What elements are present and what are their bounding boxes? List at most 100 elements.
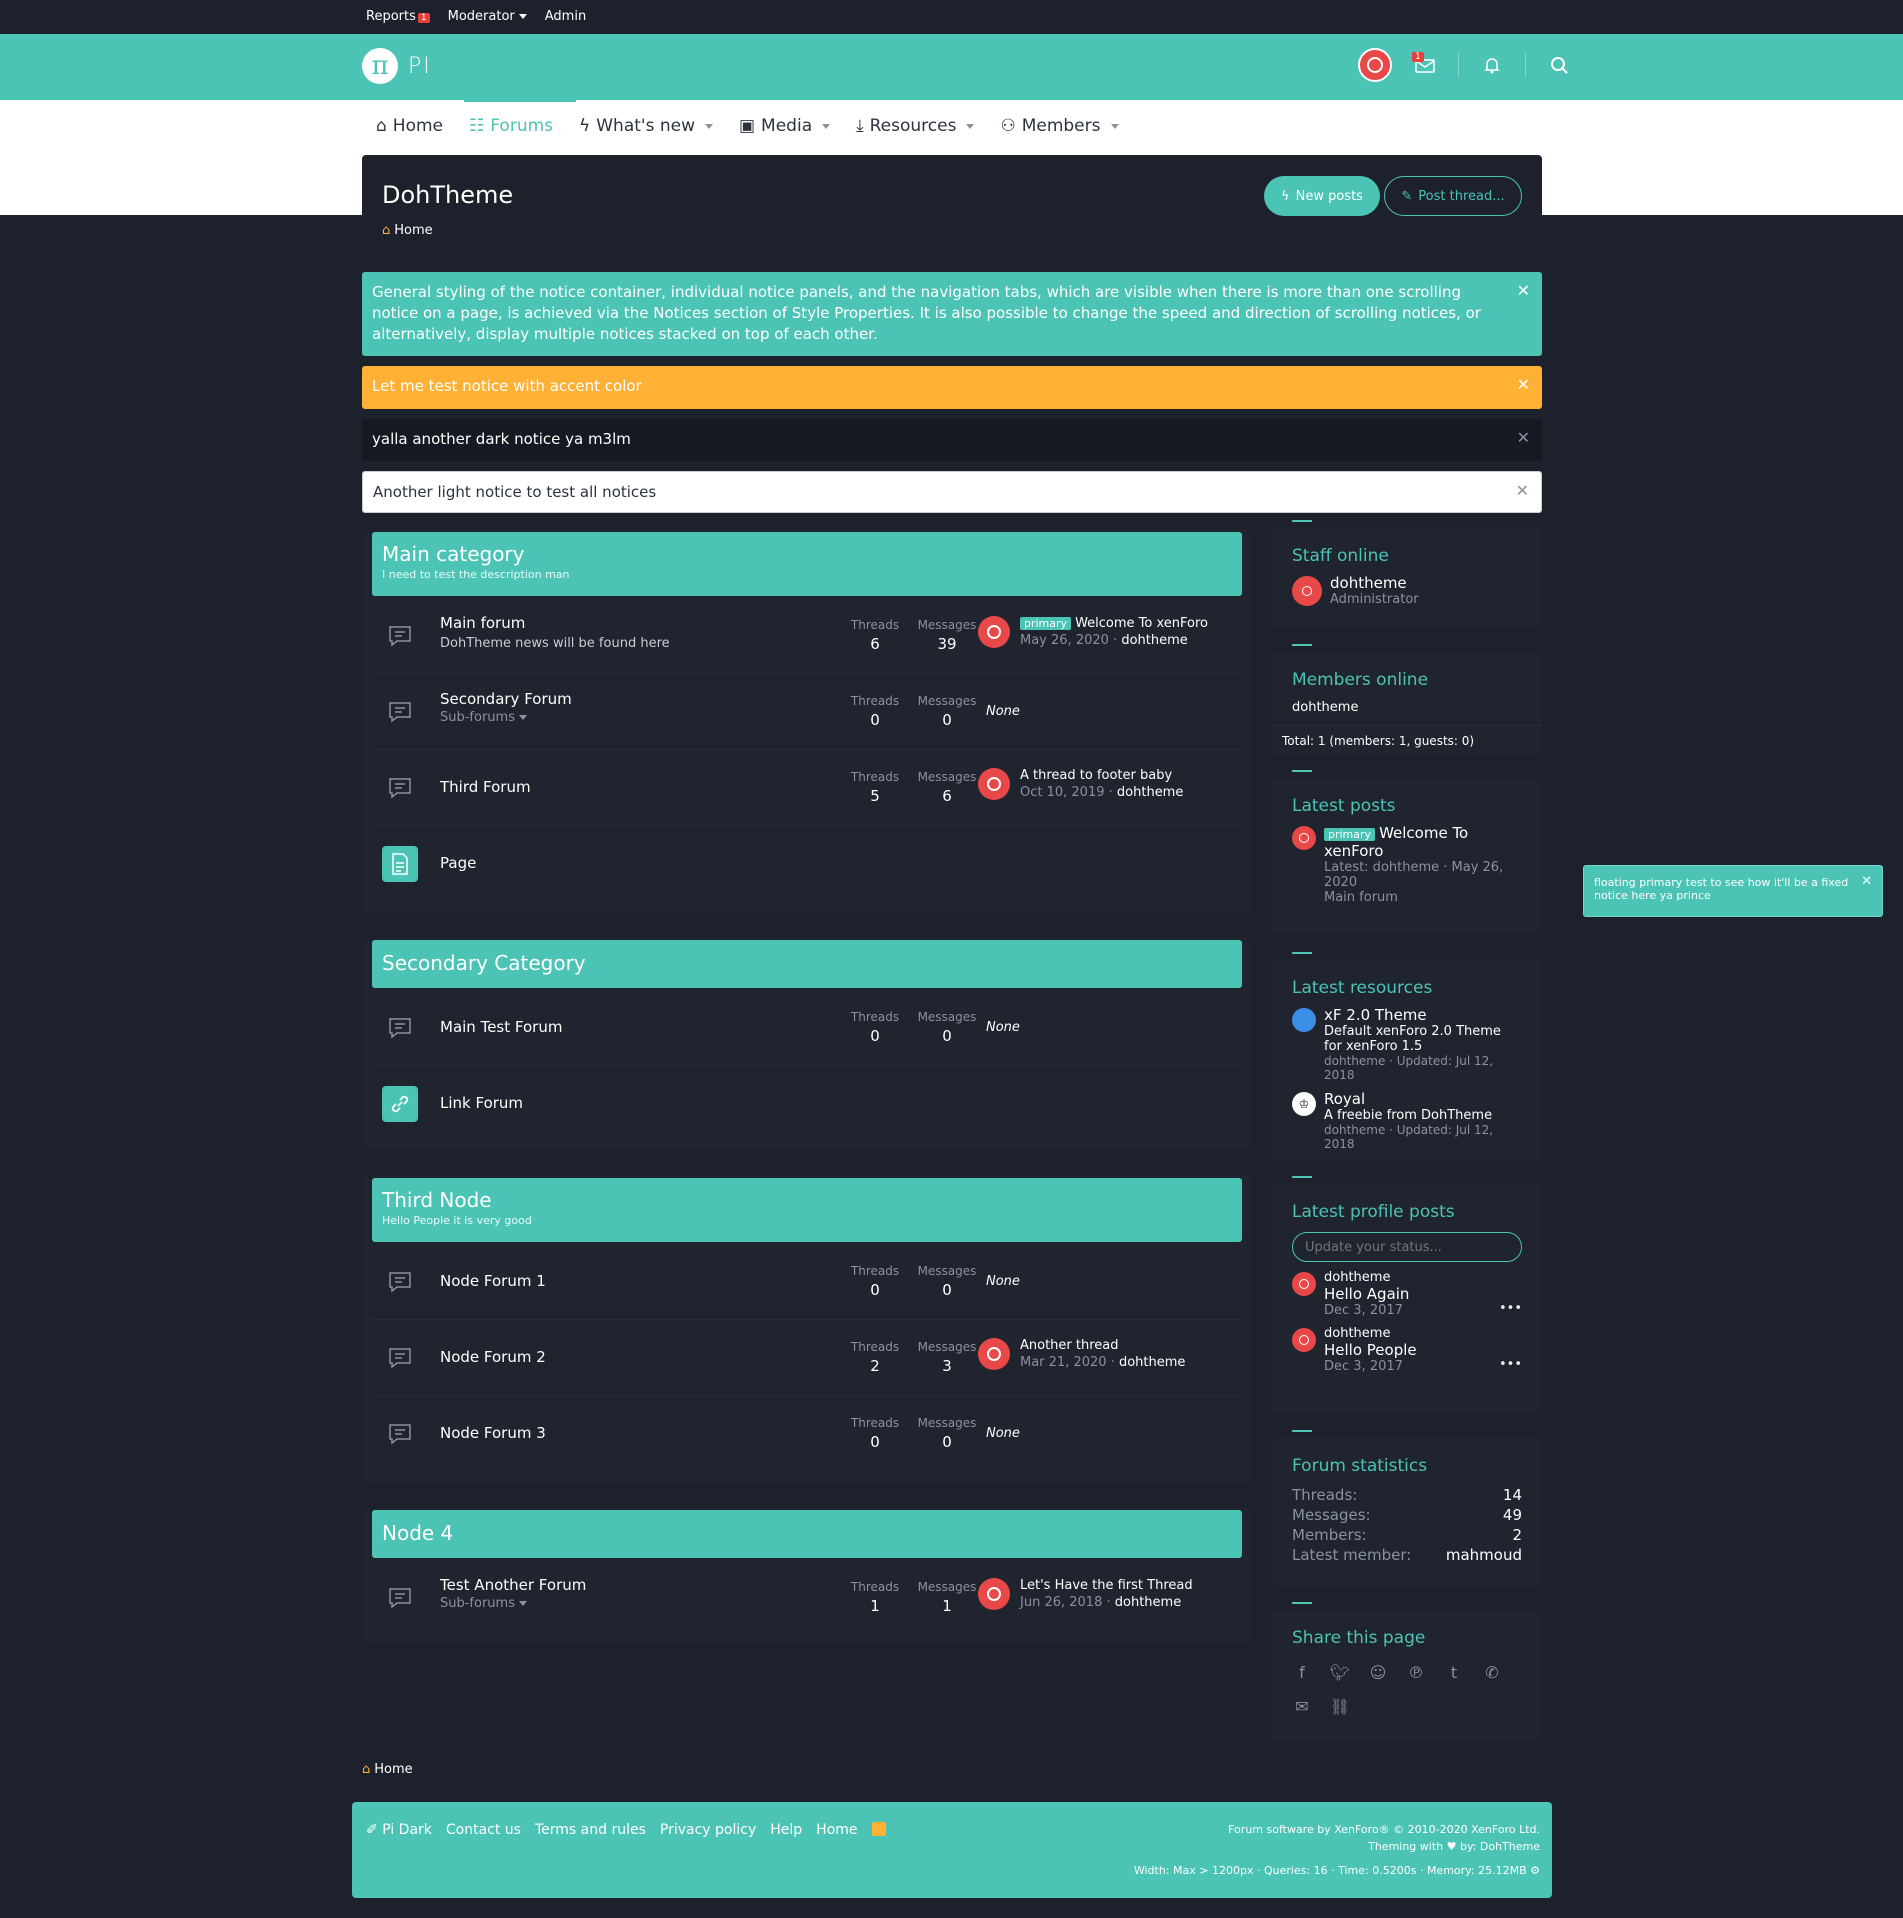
last-post-title[interactable]: Another thread: [1020, 1338, 1185, 1353]
tab-members[interactable]: ⚇ Members: [1000, 116, 1119, 136]
home-icon: ⌂: [362, 1762, 371, 1777]
category-header[interactable]: Secondary Category: [372, 940, 1242, 988]
tab-whats-new[interactable]: ϟ What's new: [579, 116, 713, 136]
close-icon[interactable]: ✕: [1516, 480, 1529, 502]
user-avatar[interactable]: [1358, 48, 1392, 82]
moderator-menu[interactable]: Moderator: [448, 9, 527, 24]
admin-link[interactable]: Admin: [545, 9, 586, 24]
rss-icon[interactable]: [871, 1822, 886, 1836]
bell-icon[interactable]: [1481, 54, 1503, 76]
category-block: Secondary Category Main Test Forum Threa…: [362, 938, 1252, 1150]
reports-link[interactable]: Reports 1: [366, 9, 430, 24]
category-header[interactable]: Third Node Hello People it is very good: [372, 1178, 1242, 1242]
close-icon[interactable]: ✕: [1517, 374, 1530, 396]
inbox-icon[interactable]: 1: [1412, 52, 1436, 76]
pinterest-icon[interactable]: ℗: [1406, 1662, 1426, 1682]
tab-home[interactable]: ⌂ Home: [376, 116, 443, 136]
forum-row[interactable]: Main Test Forum Threads 0 Messages 0 None: [372, 990, 1242, 1066]
twitter-icon[interactable]: 🐦︎: [1330, 1662, 1350, 1682]
subforums-toggle[interactable]: Sub-forums: [440, 710, 527, 725]
avatar[interactable]: [1292, 576, 1322, 606]
subforums-toggle[interactable]: Sub-forums: [440, 1596, 527, 1611]
forum-title[interactable]: Secondary Forum: [440, 690, 572, 708]
forum-title[interactable]: Node Forum 2: [440, 1348, 546, 1366]
whatsapp-icon[interactable]: ✆: [1482, 1662, 1502, 1682]
forum-title[interactable]: Page: [440, 854, 476, 872]
link-icon[interactable]: ⛓: [1330, 1696, 1350, 1716]
chevron-down-icon[interactable]: [822, 123, 831, 129]
avatar[interactable]: [978, 616, 1010, 648]
comment-icon: [382, 618, 418, 654]
forum-title[interactable]: Link Forum: [440, 1094, 523, 1112]
last-post-title[interactable]: Welcome To xenForo: [1075, 616, 1208, 631]
forum-title[interactable]: Third Forum: [440, 778, 531, 796]
forum-title[interactable]: Node Forum 3: [440, 1424, 546, 1442]
style-chooser[interactable]: ✐ Pi Dark: [366, 1822, 432, 1838]
reddit-icon[interactable]: ☺: [1368, 1662, 1388, 1682]
close-icon[interactable]: ✕: [1517, 427, 1530, 449]
site-logo[interactable]: π PI: [362, 48, 432, 84]
avatar[interactable]: [1292, 1328, 1316, 1352]
avatar[interactable]: [978, 1338, 1010, 1370]
category-header[interactable]: Node 4: [372, 1510, 1242, 1558]
facebook-icon[interactable]: f: [1292, 1662, 1312, 1682]
crown-icon[interactable]: ♔: [1292, 1092, 1316, 1116]
footer-link-help[interactable]: Help: [770, 1822, 802, 1838]
forum-row[interactable]: Node Forum 1 Threads 0 Messages 0 None: [372, 1244, 1242, 1320]
footer-link-privacy[interactable]: Privacy policy: [660, 1822, 756, 1838]
footer-link-home[interactable]: Home: [816, 1822, 857, 1838]
footer-link-contact[interactable]: Contact us: [446, 1822, 521, 1838]
avatar[interactable]: [1292, 1272, 1316, 1296]
forum-row[interactable]: Node Forum 2 Threads 2 Messages 3 Another …: [372, 1320, 1242, 1396]
tumblr-icon[interactable]: t: [1444, 1662, 1464, 1682]
last-post-none: None: [986, 1426, 1020, 1441]
chevron-down-icon[interactable]: [966, 123, 975, 129]
inbox-badge: 1: [1412, 52, 1424, 62]
tab-resources[interactable]: ⤓ Resources: [856, 116, 975, 136]
forum-title[interactable]: Main Test Forum: [440, 1018, 562, 1036]
last-post-title[interactable]: A thread to footer baby: [1020, 768, 1183, 783]
theming-credit[interactable]: Theming with ♥ by: DohTheme: [1228, 1839, 1540, 1856]
more-icon[interactable]: •••: [1499, 1357, 1522, 1372]
status-input[interactable]: [1292, 1232, 1522, 1262]
prefix-label: primary: [1324, 828, 1376, 841]
breadcrumb[interactable]: ⌂ Home: [382, 223, 433, 238]
tab-media[interactable]: ▣ Media: [739, 116, 831, 136]
close-icon[interactable]: ✕: [1517, 280, 1530, 302]
forum-row[interactable]: Node Forum 3 Threads 0 Messages 0 None: [372, 1396, 1242, 1472]
avatar[interactable]: [1292, 826, 1316, 850]
debug-info: Width: Max > 1200px · Queries: 16 · Time…: [1133, 1864, 1540, 1877]
resource-icon[interactable]: [1292, 1008, 1316, 1032]
forum-row[interactable]: Page: [372, 826, 1242, 902]
widget-title: Latest profile posts: [1292, 1202, 1455, 1222]
page-title: DohTheme: [382, 181, 514, 209]
last-post-title[interactable]: Let's Have the first Thread: [1020, 1578, 1193, 1593]
close-icon[interactable]: ✕: [1861, 874, 1872, 889]
search-icon[interactable]: [1548, 54, 1570, 76]
chevron-down-icon[interactable]: [704, 123, 713, 129]
copyright[interactable]: Forum software by XenForo® © 2010-2020 X…: [1228, 1822, 1540, 1839]
new-posts-button[interactable]: ϟ New posts: [1264, 176, 1380, 216]
forum-row[interactable]: Third Forum Threads 5 Messages 6 A thread …: [372, 750, 1242, 826]
footer-link-terms[interactable]: Terms and rules: [535, 1822, 646, 1838]
threads-stat: Threads 5: [850, 770, 900, 805]
email-icon[interactable]: ✉: [1292, 1696, 1312, 1716]
forum-title[interactable]: Main forum: [440, 614, 525, 632]
category-header[interactable]: Main category I need to test the descrip…: [372, 532, 1242, 596]
forum-row[interactable]: Test Another Forum Sub-forums Threads 1 M…: [372, 1560, 1242, 1636]
forum-title[interactable]: Node Forum 1: [440, 1272, 546, 1290]
breadcrumb-bottom[interactable]: ⌂ Home: [362, 1762, 413, 1777]
messages-stat: Messages 39: [917, 618, 977, 653]
forum-title[interactable]: Test Another Forum: [440, 1576, 586, 1594]
tab-forums[interactable]: ☷ Forums: [469, 116, 553, 136]
avatar[interactable]: [978, 1578, 1010, 1610]
forum-row[interactable]: Main forum DohTheme news will be found h…: [372, 598, 1242, 674]
more-icon[interactable]: •••: [1499, 1301, 1522, 1316]
forum-row[interactable]: Secondary Forum Sub-forums Threads 0 Mess…: [372, 674, 1242, 750]
gear-icon[interactable]: ⚙: [1530, 1864, 1540, 1877]
threads-stat: Threads 0: [850, 1264, 900, 1299]
forum-row[interactable]: Link Forum: [372, 1066, 1242, 1142]
post-thread-button[interactable]: ✎ Post thread...: [1384, 176, 1522, 216]
chevron-down-icon[interactable]: [1110, 123, 1119, 129]
avatar[interactable]: [978, 768, 1010, 800]
